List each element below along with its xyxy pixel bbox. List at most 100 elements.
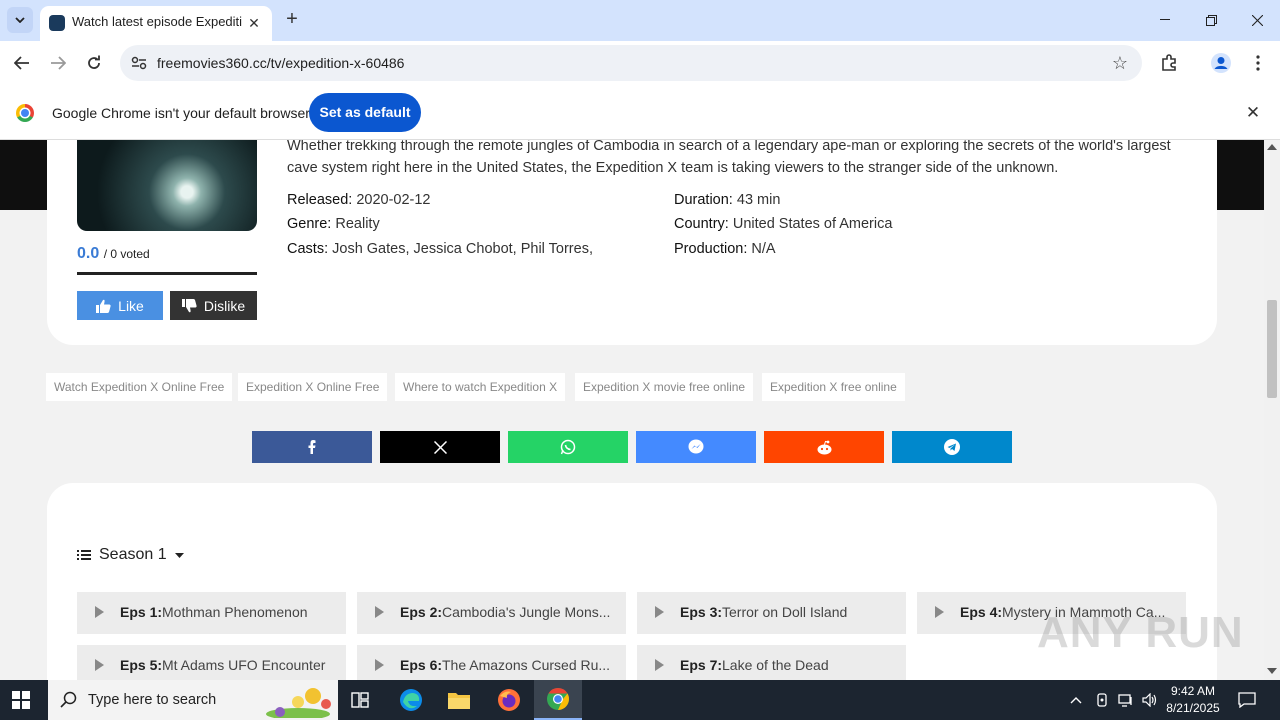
taskbar-search-box[interactable]: Type here to search xyxy=(48,680,338,720)
chevron-down-icon xyxy=(15,17,25,23)
episode-item[interactable]: Eps 6: The Amazons Cursed Ru... xyxy=(357,645,626,680)
extensions-button[interactable] xyxy=(1155,49,1183,77)
play-icon xyxy=(95,659,104,671)
facebook-icon xyxy=(308,440,316,454)
restore-icon xyxy=(1205,14,1217,26)
notifications-button[interactable] xyxy=(1238,680,1256,720)
messenger-icon xyxy=(688,439,704,454)
released-meta: Released: 2020-02-12 xyxy=(287,192,431,208)
share-reddit-button[interactable] xyxy=(764,431,884,463)
edge-taskbar-button[interactable] xyxy=(387,680,435,720)
tag-link[interactable]: Expedition X Online Free xyxy=(238,373,388,401)
chrome-menu-button[interactable] xyxy=(1244,49,1272,77)
search-icon xyxy=(60,691,77,713)
site-favicon-icon xyxy=(49,15,65,31)
dislike-button[interactable]: Dislike xyxy=(170,291,257,320)
clock-date: 8/21/2025 xyxy=(1166,701,1220,715)
share-whatsapp-button[interactable] xyxy=(508,431,628,463)
minimize-button[interactable] xyxy=(1142,0,1188,40)
share-messenger-button[interactable] xyxy=(636,431,756,463)
episode-item[interactable]: Eps 7: Lake of the Dead xyxy=(637,645,906,680)
tab-strip: Watch latest episode Expedition X ✕ + xyxy=(0,0,1280,41)
bookmark-star-icon[interactable]: ☆ xyxy=(1108,51,1132,75)
active-tab[interactable]: Watch latest episode Expedition X ✕ xyxy=(40,6,272,41)
share-telegram-button[interactable] xyxy=(892,431,1012,463)
page-content: 0.0 / 0 voted Like Dislike Whether trekk… xyxy=(0,140,1264,680)
season-dropdown[interactable]: Season 1 xyxy=(77,546,184,564)
show-hidden-icons-button[interactable] xyxy=(1070,680,1082,720)
windows-taskbar: Type here to search 9:42 AM 8/21/2025 xyxy=(0,680,1280,720)
default-browser-infobar: Google Chrome isn't your default browser… xyxy=(0,86,1280,140)
thumbs-down-icon xyxy=(181,298,197,312)
browser-toolbar: freemovies360.cc/tv/expedition-x-60486 ☆ xyxy=(0,41,1280,86)
chrome-taskbar-button[interactable] xyxy=(534,680,582,720)
whatsapp-icon xyxy=(560,439,576,455)
list-icon xyxy=(77,550,91,560)
puzzle-icon xyxy=(1162,54,1176,71)
country-meta: Country: United States of America xyxy=(674,216,893,232)
episode-item[interactable]: Eps 3: Terror on Doll Island xyxy=(637,592,906,634)
play-icon xyxy=(935,606,944,618)
forward-button[interactable] xyxy=(44,49,72,77)
set-as-default-button[interactable]: Set as default xyxy=(309,93,421,132)
file-explorer-taskbar-button[interactable] xyxy=(435,680,483,720)
chrome-logo-icon xyxy=(16,104,34,122)
share-facebook-button[interactable] xyxy=(252,431,372,463)
tab-search-button[interactable] xyxy=(7,7,33,33)
caret-down-icon xyxy=(174,552,184,558)
edge-icon xyxy=(400,689,422,711)
task-view-button[interactable] xyxy=(336,680,384,720)
back-button[interactable] xyxy=(8,49,36,77)
network-icon[interactable] xyxy=(1118,680,1134,720)
account-icon xyxy=(1211,53,1231,73)
like-button[interactable]: Like xyxy=(77,291,163,320)
folder-icon xyxy=(448,693,470,709)
firefox-taskbar-button[interactable] xyxy=(485,680,533,720)
windows-start-button[interactable] xyxy=(12,691,30,709)
scrollbar-thumb[interactable] xyxy=(1267,300,1277,398)
play-icon xyxy=(95,606,104,618)
profile-button[interactable] xyxy=(1207,49,1235,77)
restore-button[interactable] xyxy=(1188,0,1234,40)
episode-item[interactable]: Eps 1: Mothman Phenomenon xyxy=(77,592,346,634)
tag-link[interactable]: Watch Expedition X Online Free xyxy=(46,373,233,401)
address-bar[interactable]: freemovies360.cc/tv/expedition-x-60486 ☆ xyxy=(120,45,1142,81)
tag-link[interactable]: Expedition X free online xyxy=(762,373,905,401)
arrow-left-icon xyxy=(14,56,29,70)
dislike-label: Dislike xyxy=(203,297,246,314)
scroll-up-arrow-icon[interactable] xyxy=(1267,144,1277,150)
system-clock[interactable]: 9:42 AM 8/21/2025 xyxy=(1160,683,1226,717)
tag-link[interactable]: Where to watch Expedition X xyxy=(395,373,566,401)
search-highlight-flowers-icon xyxy=(266,688,331,718)
tray-device-icon[interactable] xyxy=(1095,680,1109,720)
episode-item[interactable]: Eps 5: Mt Adams UFO Encounter xyxy=(77,645,346,680)
rating-score: 0.0 xyxy=(77,245,100,262)
arrow-right-icon xyxy=(51,56,66,70)
firefox-icon xyxy=(498,689,520,711)
reload-icon xyxy=(88,55,100,69)
tab-close-icon[interactable]: ✕ xyxy=(244,13,264,33)
x-logo-icon xyxy=(433,440,447,454)
casts-meta: Casts: Josh Gates, Jessica Chobot, Phil … xyxy=(287,241,593,257)
play-icon xyxy=(655,606,664,618)
rating-bar xyxy=(77,272,257,275)
notification-icon xyxy=(1238,692,1256,708)
close-window-button[interactable] xyxy=(1234,0,1280,40)
episode-item[interactable]: Eps 2: Cambodia's Jungle Mons... xyxy=(357,592,626,634)
share-x-button[interactable] xyxy=(380,431,500,463)
like-label: Like xyxy=(118,297,144,314)
new-tab-button[interactable]: + xyxy=(280,8,304,32)
telegram-icon xyxy=(944,439,960,455)
page-scrollbar[interactable] xyxy=(1264,140,1280,680)
volume-icon[interactable] xyxy=(1142,680,1158,720)
task-view-icon xyxy=(351,692,369,708)
production-meta: Production: N/A xyxy=(674,241,776,257)
scroll-down-arrow-icon[interactable] xyxy=(1267,668,1277,674)
reload-button[interactable] xyxy=(80,49,108,77)
url-text: freemovies360.cc/tv/expedition-x-60486 xyxy=(157,55,405,71)
site-info-icon[interactable] xyxy=(128,53,150,73)
infobar-close-icon[interactable]: ✕ xyxy=(1242,102,1264,124)
close-icon xyxy=(1251,14,1263,26)
thumbs-up-icon xyxy=(96,299,111,313)
tag-link[interactable]: Expedition X movie free online xyxy=(575,373,754,401)
